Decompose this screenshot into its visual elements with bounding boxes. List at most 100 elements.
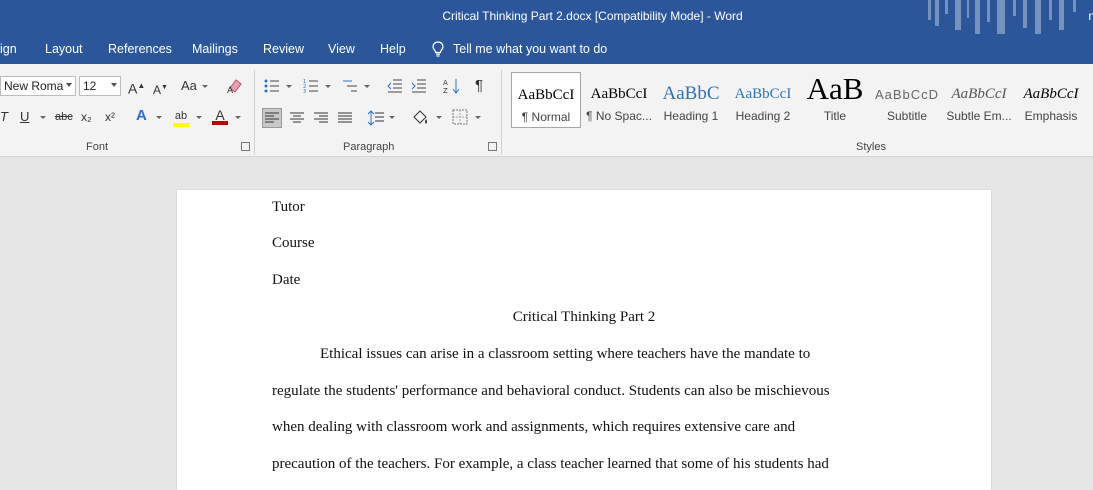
style-preview: AaB: [806, 71, 864, 106]
svg-text:Z: Z: [443, 87, 448, 95]
chevron-down-icon[interactable]: [235, 116, 241, 119]
tab-help[interactable]: Help: [380, 42, 406, 56]
tab-layout[interactable]: Layout: [45, 42, 83, 56]
paragraph-group-label: Paragraph: [343, 141, 395, 153]
grow-font-glyph: A: [128, 80, 138, 97]
tab-design[interactable]: ign: [0, 42, 17, 56]
strikethrough-glyph: abc: [55, 111, 73, 123]
increase-indent-icon[interactable]: [411, 78, 427, 94]
change-case-icon[interactable]: Aa: [181, 78, 197, 94]
decrease-indent-icon[interactable]: [387, 78, 403, 94]
font-color-glyph: A: [215, 107, 225, 123]
style-name: ¶ Normal: [521, 110, 571, 124]
underline-glyph: U: [20, 109, 30, 124]
bullets-icon[interactable]: [264, 78, 280, 94]
style-preview: AaBbCcI: [734, 86, 792, 102]
highlight-color-swatch: [173, 123, 189, 127]
style-heading-2[interactable]: AaBbCcI Heading 2: [728, 72, 798, 128]
style-subtle-emphasis[interactable]: AaBbCcI Subtle Em...: [944, 72, 1014, 128]
svg-text:A: A: [227, 86, 234, 94]
style-emphasis[interactable]: AaBbCcI Emphasis: [1016, 72, 1086, 128]
ribbon-tab-bar: ign Layout References Mailings Review Vi…: [0, 34, 1093, 64]
font-name-combo[interactable]: New Roma: [0, 76, 76, 96]
style-name: Heading 1: [663, 109, 719, 123]
line-spacing-icon[interactable]: [367, 109, 385, 127]
italic-glyph: T: [0, 109, 8, 124]
highlight-glyph: ab: [174, 110, 188, 122]
shrink-font-icon[interactable]: A▼: [153, 80, 168, 98]
style-name: Subtitle: [886, 109, 928, 123]
document-heading: Critical Thinking Part 2: [512, 309, 656, 325]
subscript-icon[interactable]: x₂: [81, 109, 92, 125]
grow-font-icon[interactable]: A▲: [128, 78, 145, 97]
underline-icon[interactable]: U: [20, 109, 29, 125]
tell-me-search[interactable]: Tell me what you want to do: [432, 40, 607, 58]
align-center-icon[interactable]: [288, 109, 306, 127]
borders-icon[interactable]: [452, 109, 468, 125]
document-page[interactable]: Tutor Course Date Critical Thinking Part…: [177, 190, 991, 490]
chevron-down-icon[interactable]: [325, 85, 331, 88]
tell-me-placeholder: Tell me what you want to do: [453, 42, 608, 56]
tab-references[interactable]: References: [108, 42, 172, 56]
group-divider: [254, 70, 255, 154]
document-line-course: Course: [272, 235, 315, 251]
strikethrough-icon[interactable]: abc: [55, 109, 73, 125]
align-right-icon[interactable]: [312, 109, 330, 127]
multilevel-list-icon[interactable]: [342, 78, 358, 94]
chevron-down-icon[interactable]: [40, 116, 46, 119]
paragraph-line: when dealing with classroom work and ass…: [272, 419, 796, 435]
numbering-icon[interactable]: 123: [303, 78, 319, 94]
font-dialog-launcher[interactable]: [241, 142, 250, 151]
font-size-combo[interactable]: 12: [79, 76, 121, 96]
font-size-value: 12: [83, 79, 97, 93]
font-group-label: Font: [86, 141, 109, 153]
tab-review[interactable]: Review: [263, 42, 304, 56]
shrink-font-glyph: A: [153, 83, 162, 97]
paragraph-line: precaution of the teachers. For example,…: [272, 456, 829, 472]
pilcrow-icon[interactable]: ¶: [475, 78, 483, 94]
style-name: Emphasis: [1024, 109, 1078, 123]
lightbulb-icon: [432, 41, 444, 57]
paragraph-dialog-launcher[interactable]: [488, 142, 497, 151]
chevron-down-icon[interactable]: [389, 116, 395, 119]
align-left-icon[interactable]: [262, 108, 282, 128]
paragraph-line: regulate the students' performance and b…: [272, 383, 830, 399]
pilcrow-glyph: ¶: [475, 77, 484, 94]
italic-icon[interactable]: T: [0, 109, 8, 125]
style-preview: AaBbCcI: [590, 86, 648, 102]
text-effects-icon[interactable]: A: [136, 108, 147, 124]
shading-icon[interactable]: [411, 109, 429, 127]
style-normal[interactable]: AaBbCcI ¶ Normal: [511, 72, 581, 128]
chevron-down-icon[interactable]: [364, 85, 370, 88]
tab-view[interactable]: View: [328, 42, 355, 56]
style-name: Subtle Em...: [946, 109, 1012, 123]
style-no-spacing[interactable]: AaBbCcI ¶ No Spac...: [584, 72, 654, 128]
style-name: Title: [823, 109, 847, 123]
style-name: ¶ No Spac...: [586, 109, 652, 123]
style-title[interactable]: AaB Title: [800, 71, 870, 128]
ribbon-home: New Roma 12 A▲ A▼ Aa A T U abc x₂ x² A a…: [0, 64, 1093, 157]
chevron-down-icon[interactable]: [286, 85, 292, 88]
tab-mailings[interactable]: Mailings: [192, 42, 238, 56]
subscript-glyph: x₂: [81, 110, 92, 124]
chevron-down-icon[interactable]: [475, 116, 481, 119]
font-color-icon[interactable]: A: [212, 107, 228, 125]
paragraph-line: Ethical issues can arise in a classroom …: [320, 346, 811, 362]
chevron-down-icon[interactable]: [156, 116, 162, 119]
chevron-down-icon[interactable]: [202, 85, 208, 88]
chevron-down-icon[interactable]: [111, 83, 117, 87]
chevron-down-icon[interactable]: [436, 116, 442, 119]
font-name-value: New Roma: [4, 79, 64, 93]
svg-text:3: 3: [303, 89, 306, 94]
justify-icon[interactable]: [336, 109, 354, 127]
change-case-glyph: Aa: [181, 78, 197, 93]
style-subtitle[interactable]: AaBbCcD Subtitle: [872, 72, 942, 128]
clear-formatting-icon[interactable]: A: [226, 78, 244, 94]
chevron-down-icon[interactable]: [66, 83, 72, 87]
chevron-down-icon[interactable]: [196, 116, 202, 119]
highlight-icon[interactable]: ab: [173, 108, 189, 127]
sort-icon[interactable]: AZ: [443, 77, 461, 95]
style-heading-1[interactable]: AaBbC Heading 1: [656, 72, 726, 128]
superscript-icon[interactable]: x²: [105, 109, 115, 125]
style-preview: AaBbCcI: [951, 86, 1007, 102]
